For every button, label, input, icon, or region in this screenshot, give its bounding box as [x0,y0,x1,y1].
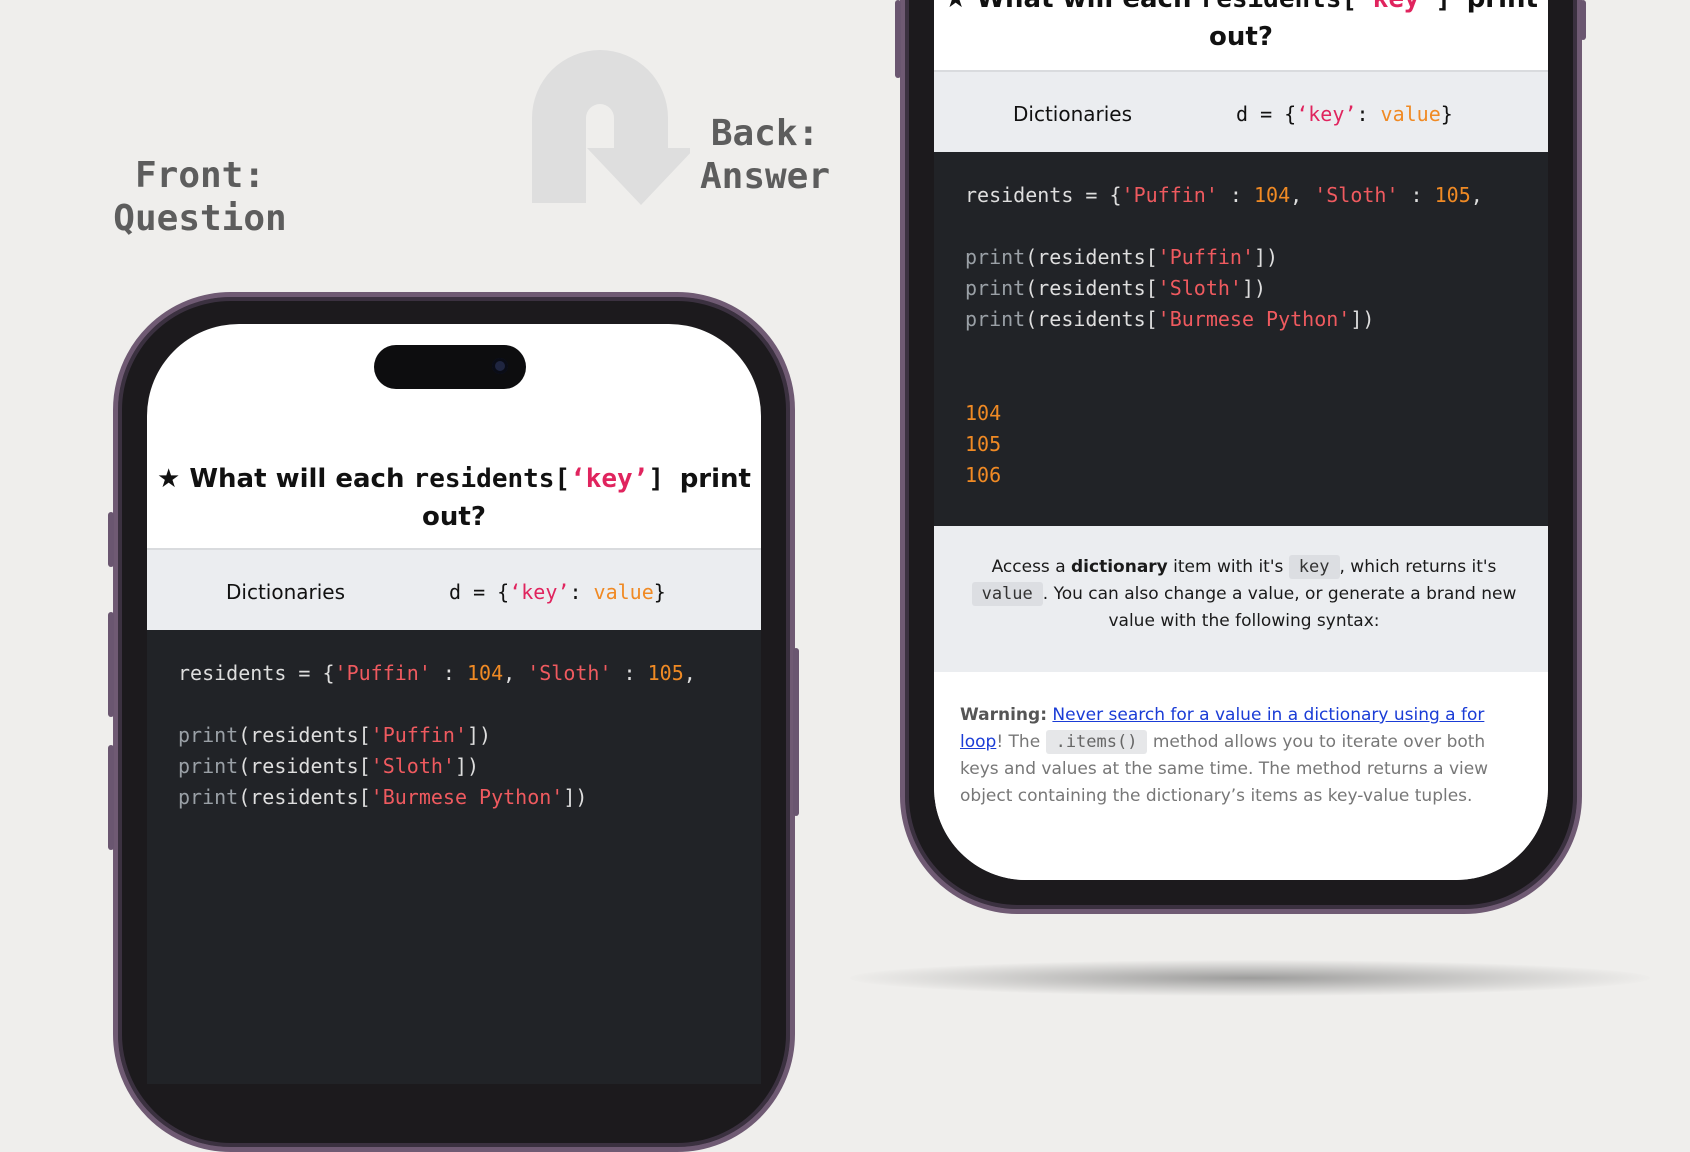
items-method-pill: .items() [1045,730,1148,754]
front-label: Front: Question [100,154,300,240]
output-line-1: 104 [965,401,1002,425]
answer-prefix: ★ What will each [944,0,1191,14]
question-code: residents[‘key’] [414,464,680,494]
u-turn-arrow-icon [532,50,690,205]
back-phone-volume-button [895,0,901,78]
back-code-line-1: residents = {'Puffin' : 104, 'Sloth' : 1… [965,183,1483,207]
back-phone-power-button [1580,0,1586,40]
warning-box: Warning: Never search for a value in a d… [934,672,1548,880]
output-line-3: 106 [965,463,1002,487]
answer-code-key: ‘key’ [1357,0,1435,14]
front-label-line1: Front: [134,155,266,196]
syntax-a: d = { [449,580,510,604]
warning-text: Warning: Never search for a value in a d… [960,705,1489,806]
question-suffix: print [679,464,751,494]
topic-label: Dictionaries [226,580,346,604]
answer-code-a: residents[ [1201,0,1358,14]
topic-bar: Dictionaries d = {‘key’: value} [147,548,761,632]
syntax-value: value [593,580,654,604]
answer-title-line1: ★ What will each residents[‘key’] print [934,0,1548,18]
back-code-line-4: print(residents['Burmese Python']) [965,307,1375,331]
phone-shadow [850,960,1650,996]
key-pill: key [1288,555,1340,579]
answer-title: ★ What will each residents[‘key’] print … [934,0,1548,56]
question-title-line2: out? [422,502,486,532]
back-label-line1: Back: [710,113,820,154]
question-title-line1: ★ What will each residents[‘key’] print [147,460,761,498]
back-topic-bar: Dictionaries d = {‘key’: value} [934,70,1548,154]
code-line-4: print(residents['Burmese Python']) [178,785,588,809]
dynamic-island [374,345,526,389]
warning-label: Warning: [960,705,1048,725]
back-label-line2: Answer [699,156,831,197]
front-phone-volume-up [108,612,114,717]
answer-suffix: print [1467,0,1538,14]
syntax-hint: d = {‘key’: value} [449,580,666,604]
explanation-text: Access a dictionary item with it's key, … [958,554,1530,635]
question-code-b: ] [648,464,665,494]
syntax-close: } [653,580,666,604]
question-code-a: residents[ [413,464,571,494]
question-prefix: ★ What will each [157,464,405,494]
answer-code: residents[‘key’] [1201,0,1467,14]
code-block: residents = {'Puffin' : 104, 'Sloth' : 1… [147,630,761,1084]
back-code-block: residents = {'Puffin' : 104, 'Sloth' : 1… [934,152,1548,526]
answer-title-line2: out? [1209,22,1273,52]
explanation-bold: dictionary [1071,557,1168,577]
front-phone-side-button [108,512,114,567]
back-code-line-2: print(residents['Puffin']) [965,245,1279,269]
front-phone-power-button [793,648,799,816]
front-phone-volume-down [108,745,114,850]
question-code-key: ‘key’ [570,464,649,494]
syntax-key: ‘key’ [509,580,570,604]
back-syntax-hint: d = {‘key’: value} [1236,102,1453,126]
explanation-box: Access a dictionary item with it's key, … [934,526,1548,672]
question-title: ★ What will each residents[‘key’] print … [147,460,761,536]
back-code-line-3: print(residents['Sloth']) [965,276,1267,300]
back-topic-label: Dictionaries [1013,102,1133,126]
back-screen: ★ What will each residents[‘key’] print … [934,0,1548,880]
code-line-1: residents = {'Puffin' : 104, 'Sloth' : 1… [178,661,696,685]
output-line-2: 105 [965,432,1002,456]
front-screen: ★ What will each residents[‘key’] print … [147,324,761,1084]
syntax-colon: : [569,580,594,604]
value-pill: value [971,582,1043,606]
answer-code-b: ] [1435,0,1451,14]
front-label-line2: Question [113,198,287,239]
camera-icon [492,358,508,374]
back-label: Back: Answer [680,112,850,198]
code-line-2: print(residents['Puffin']) [178,723,492,747]
code-line-3: print(residents['Sloth']) [178,754,480,778]
